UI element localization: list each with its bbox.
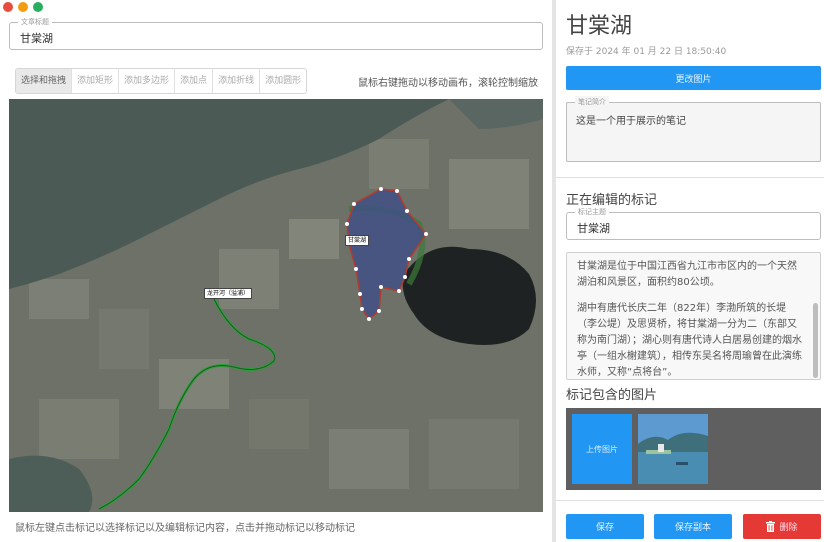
change-image-button[interactable]: 更改图片 [566, 66, 821, 90]
article-title-field[interactable]: 文章标题 甘棠湖 [9, 16, 543, 50]
marker-images-heading: 标记包含的图片 [566, 388, 658, 403]
drawing-toolbar: 选择和拖拽 添加矩形 添加多边形 添加点 添加折线 添加圆形 [15, 68, 308, 94]
article-title-legend: 文章标题 [18, 16, 52, 28]
description-paragraph: 湖中有唐代长庆二年（822年）李渤所筑的长堤（李公堤）及思贤桥，将甘棠湖一分为二… [577, 303, 802, 378]
article-title-input[interactable]: 甘棠湖 [20, 30, 53, 46]
delete-button-label: 删除 [779, 523, 798, 533]
section-divider [556, 177, 824, 178]
tool-add-polygon[interactable]: 添加多边形 [119, 69, 176, 93]
lake-map-label[interactable]: 甘棠湖 [345, 235, 370, 246]
marker-title-field[interactable]: 标记主题 甘棠湖 [566, 206, 821, 240]
lake-photo [638, 414, 708, 484]
editor-pane: 文章标题 甘棠湖 选择和拖拽 添加矩形 添加多边形 添加点 添加折线 添加圆形 … [0, 0, 552, 542]
app-window: 文章标题 甘棠湖 选择和拖拽 添加矩形 添加多边形 添加点 添加折线 添加圆形 … [0, 0, 824, 542]
marker-description-field[interactable]: 甘棠湖是位于中国江西省九江市市区内的一个天然湖泊和风景区，面积约80公顷。 湖中… [566, 252, 821, 380]
canvas-hint: 鼠标右键拖动以移动画布，滚轮控制缩放 [358, 78, 538, 89]
note-summary-field[interactable]: 笔记简介 这是一个用于展示的笔记 [566, 96, 821, 162]
sidebar: 甘棠湖 保存于 2024 年 01 月 22 日 18:50:40 更改图片 笔… [556, 0, 824, 542]
delete-button[interactable]: 删除 [743, 514, 821, 539]
satellite-map[interactable] [9, 99, 543, 512]
note-summary-legend: 笔记简介 [575, 96, 609, 108]
marker-description-text[interactable]: 甘棠湖是位于中国江西省九江市市区内的一个天然湖泊和风景区，面积约80公顷。 湖中… [577, 259, 802, 379]
note-title: 甘棠湖 [566, 14, 633, 39]
image-thumbnail[interactable] [638, 414, 708, 484]
marker-title-legend: 标记主题 [575, 206, 609, 218]
description-scrollbar[interactable] [813, 303, 818, 378]
tool-select-drag[interactable]: 选择和拖拽 [16, 69, 73, 93]
footer-divider [556, 500, 824, 501]
upload-image-button[interactable]: 上传图片 [572, 414, 632, 484]
trash-icon [766, 521, 776, 532]
map-footer-hint: 鼠标左键点击标记以选择标记以及编辑标记内容，点击并拖动标记以移动标记 [15, 523, 355, 534]
note-summary-input[interactable]: 这是一个用于展示的笔记 [576, 112, 686, 127]
tool-add-circle[interactable]: 添加圆形 [260, 69, 307, 93]
marker-title-input[interactable]: 甘棠湖 [577, 220, 610, 236]
save-copy-button[interactable]: 保存副本 [654, 514, 732, 539]
marker-images-panel: 上传图片 [566, 408, 821, 490]
saved-timestamp: 保存于 2024 年 01 月 22 日 18:50:40 [566, 47, 727, 57]
tool-add-polyline[interactable]: 添加折线 [213, 69, 261, 93]
description-paragraph: 甘棠湖是位于中国江西省九江市市区内的一个天然湖泊和风景区，面积约80公顷。 [577, 261, 797, 288]
map-canvas[interactable]: 甘棠湖 龙开河（溢浦） [9, 99, 543, 512]
tool-add-rectangle[interactable]: 添加矩形 [72, 69, 120, 93]
tool-add-point[interactable]: 添加点 [175, 69, 214, 93]
river-map-label[interactable]: 龙开河（溢浦） [204, 288, 253, 299]
save-button[interactable]: 保存 [566, 514, 644, 539]
